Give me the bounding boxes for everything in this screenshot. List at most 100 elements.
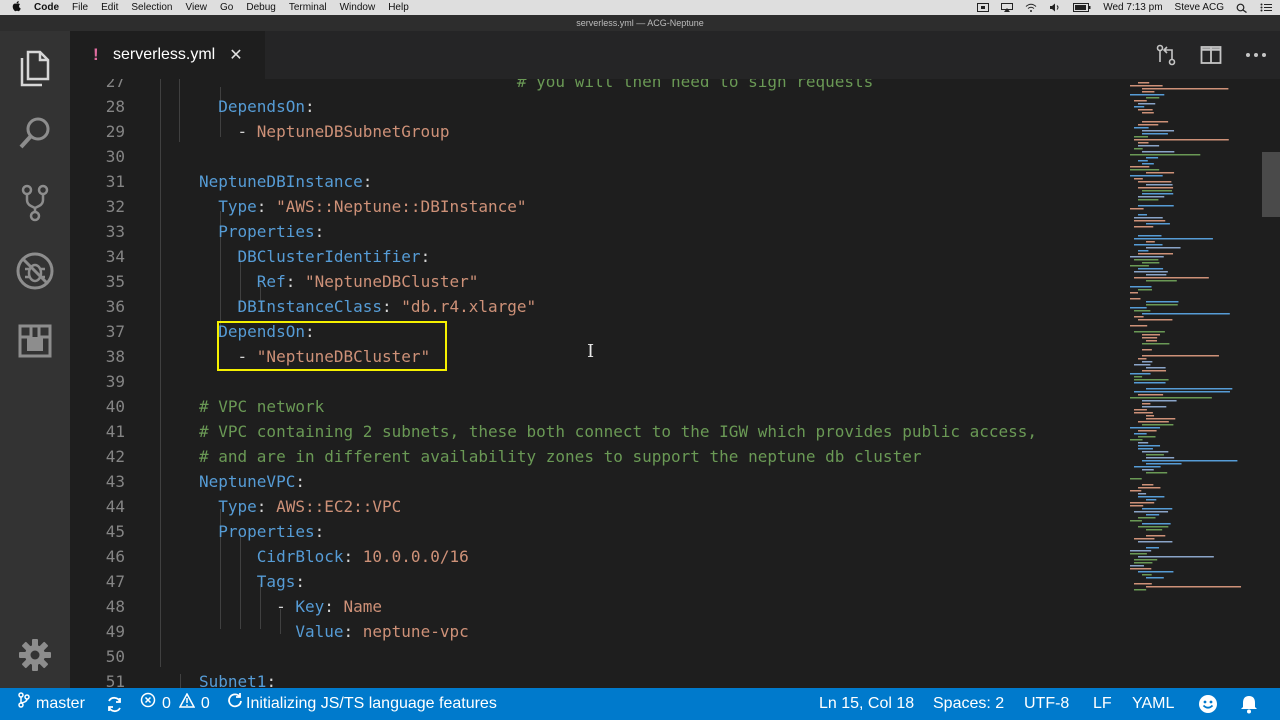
screen-mirror-icon[interactable]: [977, 3, 990, 12]
minimap-line: [1142, 121, 1169, 123]
line-number: 30: [105, 147, 125, 166]
split-editor-icon[interactable]: [1199, 43, 1223, 67]
minimap-line: [1130, 490, 1142, 492]
menu-help[interactable]: Help: [388, 2, 409, 13]
notifications-bell-icon[interactable]: [1240, 688, 1258, 720]
cursor-position[interactable]: Ln 15, Col 18: [819, 688, 914, 720]
menu-file[interactable]: File: [72, 2, 88, 13]
minimap-line: [1134, 412, 1153, 414]
feedback-smiley-icon[interactable]: [1198, 688, 1218, 720]
minimap-line: [1138, 145, 1160, 147]
code-editor[interactable]: 27 # you will then need to sign requests…: [70, 79, 1280, 688]
encoding[interactable]: UTF-8: [1024, 688, 1069, 720]
manage-gear-icon[interactable]: [15, 635, 55, 675]
line-code: Type: "AWS::Neptune::DBInstance": [199, 194, 526, 219]
problems-indicator[interactable]: 0 0: [140, 688, 210, 720]
menubar-clock[interactable]: Wed 7:13 pm: [1103, 2, 1162, 13]
minimap-line: [1146, 304, 1178, 306]
battery-icon[interactable]: [1073, 3, 1091, 12]
apple-menu-icon[interactable]: [12, 0, 26, 15]
menubar-user[interactable]: Steve ACG: [1175, 2, 1224, 13]
minimap-line: [1142, 334, 1161, 336]
minimap-line: [1134, 217, 1163, 219]
minimap-line: [1142, 91, 1155, 93]
menu-view[interactable]: View: [186, 2, 208, 13]
more-actions-icon[interactable]: [1244, 43, 1268, 67]
code-line: 40 # VPC network: [70, 394, 1130, 419]
minimap-line: [1134, 220, 1166, 222]
minimap-line: [1142, 313, 1230, 315]
tab-close-button[interactable]: ✕: [229, 45, 242, 65]
language-status[interactable]: Initializing JS/TS language features: [227, 688, 497, 720]
highlight-box: [217, 321, 447, 371]
minimap-line: [1134, 310, 1151, 312]
minimap-line: [1134, 466, 1161, 468]
line-code: # VPC containing 2 subnets, these both c…: [199, 419, 1037, 444]
menu-terminal[interactable]: Terminal: [289, 2, 327, 13]
minimap-line: [1134, 376, 1143, 378]
source-control-icon[interactable]: [15, 183, 55, 223]
volume-icon[interactable]: [1049, 3, 1061, 12]
minimap-line: [1146, 97, 1160, 99]
code-token: # and are in different availability zone…: [199, 447, 922, 466]
minimap-line: [1142, 403, 1151, 405]
minimap-line: [1142, 151, 1175, 153]
tab-serverless-yml[interactable]: ! serverless.yml ✕: [70, 31, 265, 79]
line-number: 34: [105, 247, 125, 266]
code-line: 45 Properties:: [70, 519, 1130, 544]
minimap-line: [1142, 190, 1173, 192]
code-token: "NeptuneDBCluster": [304, 272, 479, 291]
menu-go[interactable]: Go: [220, 2, 233, 13]
editor-tab-strip: ! serverless.yml ✕: [70, 31, 1280, 79]
extensions-icon[interactable]: [15, 321, 55, 361]
explorer-icon[interactable]: [15, 48, 55, 88]
code-line: 27 # you will then need to sign requests: [70, 79, 1130, 94]
search-icon[interactable]: [15, 113, 55, 153]
code-token: :: [295, 572, 305, 591]
menu-edit[interactable]: Edit: [101, 2, 118, 13]
spotlight-search-icon[interactable]: [1236, 3, 1248, 14]
menu-selection[interactable]: Selection: [131, 2, 172, 13]
code-line: 47 Tags:: [70, 569, 1130, 594]
minimap-line: [1146, 241, 1155, 243]
minimap-line: [1146, 457, 1175, 459]
line-code: Value: neptune-vpc: [199, 619, 468, 644]
code-line: 50: [70, 644, 1130, 669]
code-token: :: [362, 172, 373, 191]
minimap-line: [1146, 340, 1157, 342]
indentation[interactable]: Spaces: 2: [933, 688, 1004, 720]
debug-icon[interactable]: [15, 251, 55, 291]
window-title: serverless.yml — ACG-Neptune: [0, 15, 1280, 31]
minimap-line: [1130, 265, 1149, 267]
minimap-line: [1138, 103, 1156, 105]
end-of-line[interactable]: LF: [1093, 688, 1112, 720]
minimap-line: [1134, 382, 1166, 384]
minimap-line: [1138, 289, 1153, 291]
branch-indicator[interactable]: master: [18, 688, 85, 720]
wifi-icon[interactable]: [1025, 3, 1037, 12]
minimap-line: [1138, 436, 1156, 438]
code-token: Subnet1: [199, 672, 267, 688]
sync-icon[interactable]: [106, 688, 123, 720]
menu-debug[interactable]: Debug: [246, 2, 275, 13]
line-code: NeptuneDBInstance:: [199, 169, 372, 194]
code-token: :: [382, 297, 402, 316]
minimap-line: [1138, 517, 1156, 519]
airplay-icon[interactable]: [1001, 3, 1014, 12]
code-token: Properties: [218, 222, 315, 241]
minimap-line: [1138, 541, 1173, 543]
open-changes-icon[interactable]: [1154, 43, 1178, 67]
code-line: 43 NeptuneVPC:: [70, 469, 1130, 494]
notification-center-icon[interactable]: [1260, 3, 1272, 12]
app-menu-code[interactable]: Code: [34, 2, 59, 13]
code-token: Key: [295, 597, 325, 616]
minimap-line: [1142, 343, 1170, 345]
minimap[interactable]: [1130, 79, 1260, 599]
code-token: Name: [343, 597, 383, 616]
menu-window[interactable]: Window: [340, 2, 376, 13]
language-mode[interactable]: YAML: [1132, 688, 1174, 720]
scrollbar-thumb[interactable]: [1262, 152, 1280, 217]
